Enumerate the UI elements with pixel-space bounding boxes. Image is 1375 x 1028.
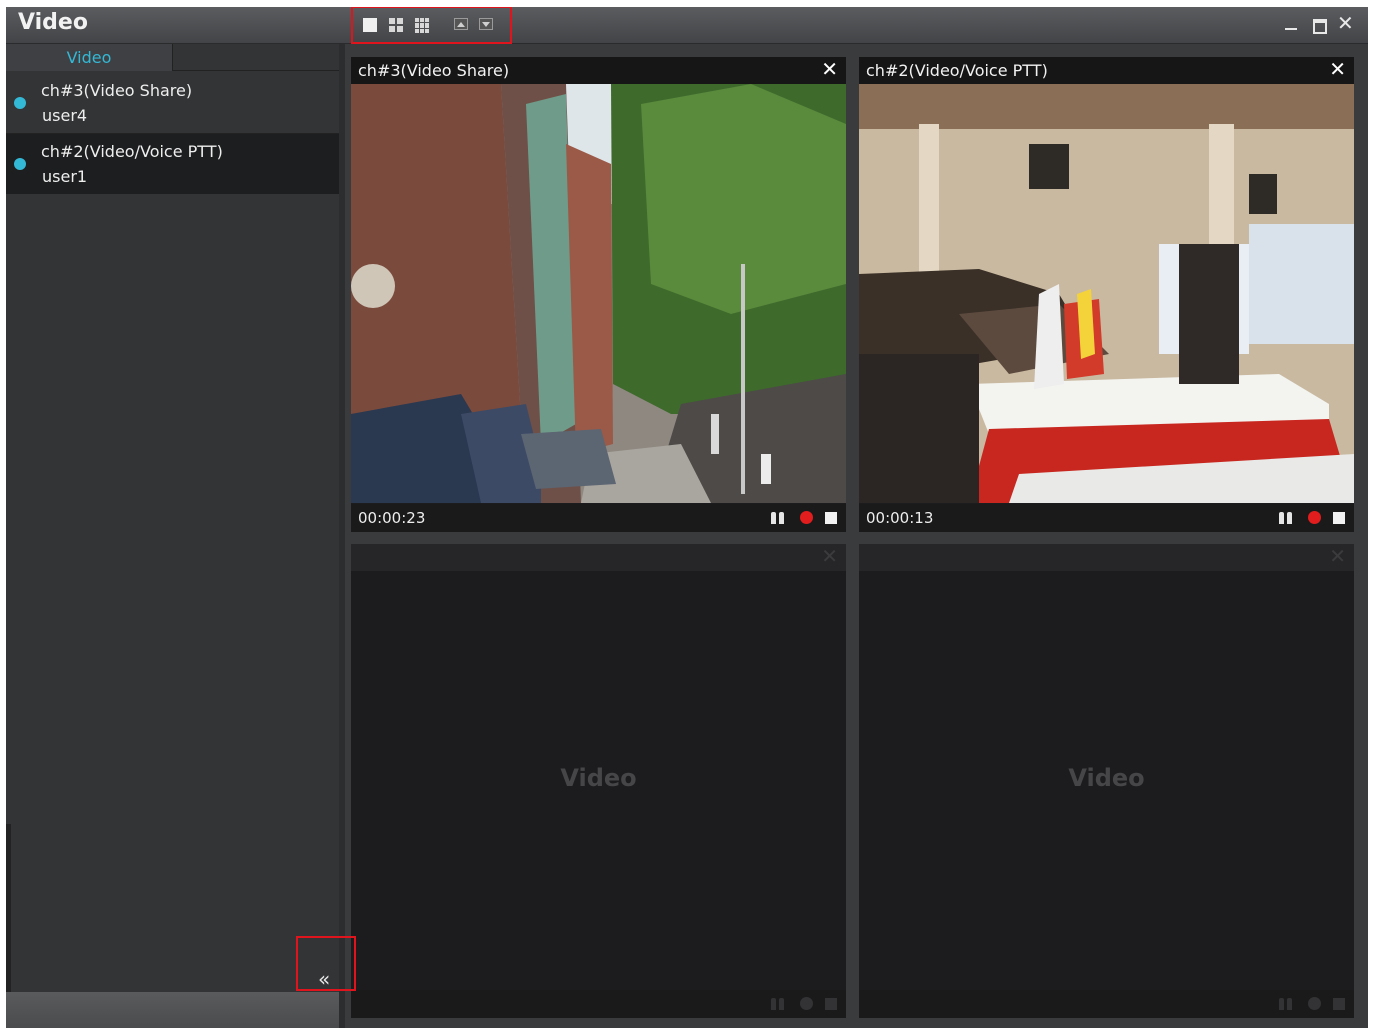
close-window-button[interactable]: ✕ (1337, 13, 1354, 33)
channel-item-selected[interactable]: ch#2(Video/Voice PTT) user1 (6, 134, 339, 194)
empty-placeholder: Video (560, 764, 637, 792)
stop-icon[interactable] (1333, 998, 1345, 1010)
empty-placeholder: Video (1068, 764, 1145, 792)
close-icon[interactable]: ✕ (821, 57, 838, 81)
channel-user: user4 (42, 106, 88, 125)
layout-1x1-icon[interactable] (363, 18, 377, 32)
channel-sidebar: Video ch#3(Video Share) user4 ch#2(Video… (6, 44, 339, 1028)
stop-icon[interactable] (825, 512, 837, 524)
stop-icon[interactable] (1333, 512, 1345, 524)
panel-header: ✕ (351, 544, 846, 571)
video-stream-street (351, 84, 846, 503)
video-window: Video ✕ Video ch#3(Video Share) user4 ch… (6, 7, 1368, 1028)
maximize-button[interactable] (1313, 19, 1327, 34)
minimize-button[interactable] (1285, 28, 1297, 30)
stop-icon[interactable] (825, 998, 837, 1010)
video-panel-1: ch#3(Video Share) ✕ 00:00:23 (351, 57, 846, 532)
record-icon[interactable] (1308, 997, 1321, 1010)
channel-name: ch#3(Video Share) (41, 81, 193, 100)
close-icon[interactable]: ✕ (821, 544, 838, 568)
collapse-sidebar-button[interactable]: « (318, 967, 330, 991)
close-icon[interactable]: ✕ (1329, 544, 1346, 568)
status-dot-icon (14, 158, 26, 170)
panel-footer (859, 990, 1354, 1018)
panel-footer: 00:00:23 (351, 504, 846, 532)
close-icon[interactable]: ✕ (1329, 57, 1346, 81)
tab-divider (172, 70, 339, 71)
panel-footer (351, 990, 846, 1018)
panel-title: ch#3(Video Share) (358, 61, 510, 80)
move-down-icon[interactable] (479, 18, 493, 30)
record-icon[interactable] (1308, 511, 1321, 524)
layout-toolbar (351, 7, 512, 44)
sidebar-scrollbar[interactable] (6, 824, 11, 994)
channel-item[interactable]: ch#3(Video Share) user4 (6, 73, 339, 133)
sidebar-footer (6, 992, 339, 1028)
elapsed-time: 00:00:23 (358, 509, 426, 527)
participants-icon[interactable] (770, 510, 786, 524)
participants-icon[interactable] (1278, 996, 1294, 1010)
record-icon[interactable] (800, 997, 813, 1010)
layout-3x3-icon[interactable] (415, 18, 430, 33)
move-up-icon[interactable] (454, 18, 468, 30)
channel-user: user1 (42, 167, 88, 186)
video-panel-2: ch#2(Video/Voice PTT) ✕ 00:00:13 (859, 57, 1354, 532)
channel-name: ch#2(Video/Voice PTT) (41, 142, 223, 161)
participants-icon[interactable] (1278, 510, 1294, 524)
panel-footer: 00:00:13 (859, 504, 1354, 532)
tab-video[interactable]: Video (6, 44, 173, 71)
title-bar[interactable]: Video ✕ (6, 7, 1368, 44)
record-icon[interactable] (800, 511, 813, 524)
panel-divider[interactable] (339, 44, 345, 1028)
video-stream-exhibition (859, 84, 1354, 503)
panel-header: ch#3(Video Share) ✕ (351, 57, 846, 84)
app-title: Video (18, 10, 88, 35)
video-panel-3: ✕ Video (351, 544, 846, 1018)
video-panel-4: ✕ Video (859, 544, 1354, 1018)
panel-title: ch#2(Video/Voice PTT) (866, 61, 1048, 80)
participants-icon[interactable] (770, 996, 786, 1010)
layout-2x2-icon[interactable] (389, 18, 403, 32)
status-dot-icon (14, 97, 26, 109)
panel-header: ✕ (859, 544, 1354, 571)
elapsed-time: 00:00:13 (866, 509, 934, 527)
panel-header: ch#2(Video/Voice PTT) ✕ (859, 57, 1354, 84)
